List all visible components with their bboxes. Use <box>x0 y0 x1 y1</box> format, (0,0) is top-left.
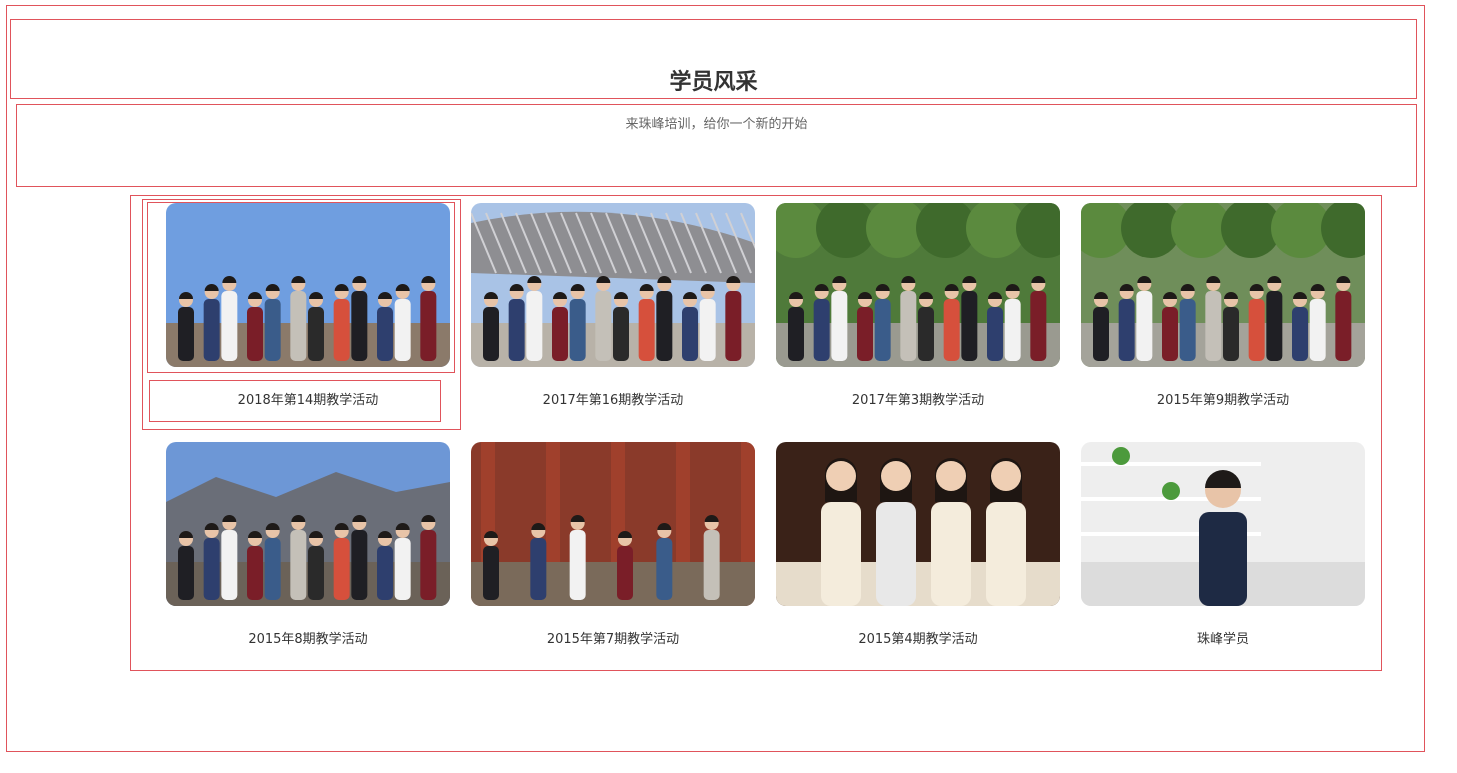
group-photo-image <box>1081 203 1365 367</box>
section-subtitle: 来珠峰培训，给你一个新的开始 <box>625 117 808 132</box>
gallery-card[interactable]: 2017年第3期教学活动 <box>776 203 1060 408</box>
gallery-caption[interactable]: 珠峰学员 <box>1081 628 1365 647</box>
gallery-photo[interactable] <box>471 442 755 606</box>
group-photo-image <box>471 203 755 367</box>
group-photo-image <box>166 442 450 606</box>
group-photo-image <box>166 203 450 367</box>
gallery-card[interactable]: 2015第4期教学活动 <box>776 442 1060 647</box>
gallery-card[interactable]: 2018年第14期教学活动 <box>166 203 450 408</box>
gallery-photo[interactable] <box>471 203 755 367</box>
gallery-caption[interactable]: 2017年第3期教学活动 <box>776 389 1060 408</box>
gallery-card[interactable]: 2015年第7期教学活动 <box>471 442 755 647</box>
group-photo-image <box>776 203 1060 367</box>
gallery-photo[interactable] <box>776 203 1060 367</box>
gallery-card[interactable]: 珠峰学员 <box>1081 442 1365 647</box>
gallery-caption[interactable]: 2015第4期教学活动 <box>776 628 1060 647</box>
gallery-photo[interactable] <box>776 442 1060 606</box>
gallery-photo[interactable] <box>166 442 450 606</box>
gallery-caption[interactable]: 2018年第14期教学活动 <box>166 389 450 408</box>
section-title: 学员风采 <box>669 70 758 95</box>
group-photo-image <box>471 442 755 606</box>
section-subtitle-box: 来珠峰培训，给你一个新的开始 <box>16 104 1417 187</box>
gallery-card[interactable]: 2017年第16期教学活动 <box>471 203 755 408</box>
gallery-photo[interactable] <box>1081 442 1365 606</box>
gallery-caption[interactable]: 2017年第16期教学活动 <box>471 389 755 408</box>
group-photo-image <box>1081 442 1365 606</box>
gallery-card[interactable]: 2015年第9期教学活动 <box>1081 203 1365 408</box>
gallery-card[interactable]: 2015年8期教学活动 <box>166 442 450 647</box>
group-photo-image <box>776 442 1060 606</box>
gallery-caption[interactable]: 2015年第9期教学活动 <box>1081 389 1365 408</box>
gallery-caption[interactable]: 2015年第7期教学活动 <box>471 628 755 647</box>
gallery-photo[interactable] <box>1081 203 1365 367</box>
gallery-caption[interactable]: 2015年8期教学活动 <box>166 628 450 647</box>
gallery-photo[interactable] <box>166 203 450 367</box>
section-header: 学员风采 <box>10 19 1417 99</box>
